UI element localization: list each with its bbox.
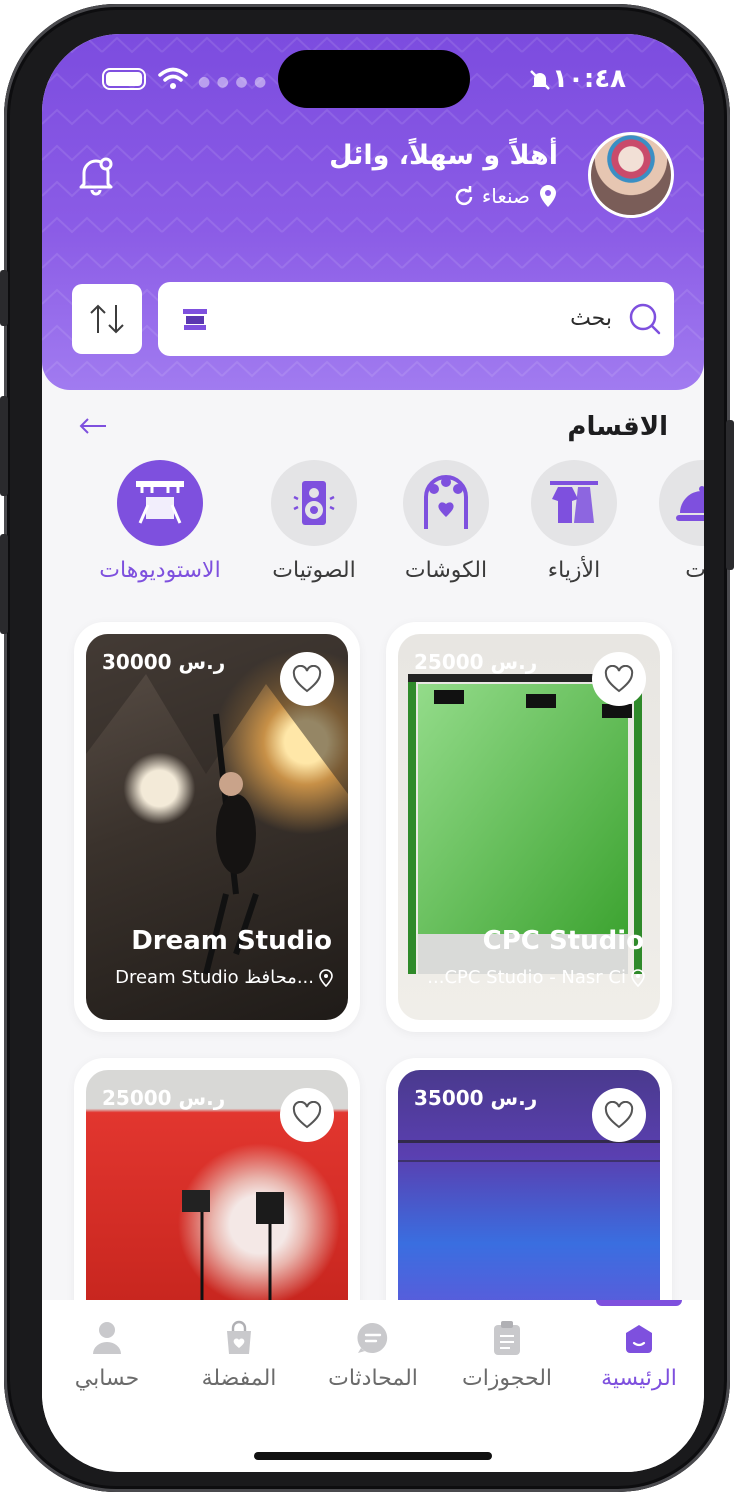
studio-card[interactable]: 30000 ر.س Dream Studio Dream Studio محاف… <box>74 622 360 1032</box>
favorite-button[interactable] <box>280 1088 334 1142</box>
food-dish-icon <box>676 486 704 521</box>
arrow-left-icon[interactable] <box>78 416 108 436</box>
sort-arrows-icon <box>90 304 124 334</box>
location-pin-icon <box>319 968 333 987</box>
category-label: الصوتيات <box>272 558 356 583</box>
category-circle <box>659 460 704 546</box>
active-tab-indicator <box>596 1300 682 1306</box>
favorite-button[interactable] <box>592 1088 646 1142</box>
status-time: ١٠:٤٨ <box>552 64 626 94</box>
nav-chats[interactable]: المحادثات <box>318 1318 428 1391</box>
category-studios[interactable]: الاستوديوهات <box>90 460 230 583</box>
clothes-rack-icon <box>550 481 598 523</box>
signal-icon: ● ● ● ● <box>198 74 268 90</box>
location-pin-icon <box>631 968 645 987</box>
studio-location: Dream Studio محافظ... <box>115 967 334 988</box>
studio-price: 35000 ر.س <box>414 1086 538 1110</box>
category-label: الأزياء <box>547 558 601 583</box>
refresh-icon[interactable] <box>454 186 474 206</box>
search-bar[interactable]: بحث <box>158 282 674 356</box>
favorite-button[interactable] <box>280 652 334 706</box>
home-indicator <box>254 1452 492 1460</box>
category-food[interactable]: بات <box>632 460 704 583</box>
bottom-navigation: الرئيسية الحجوزات المحادثات المفضلة حساب… <box>42 1300 704 1472</box>
category-circle <box>117 460 203 546</box>
silent-mode-icon <box>530 70 550 90</box>
studio-price: 25000 ر.س <box>414 650 538 674</box>
volume-down-button <box>0 534 8 634</box>
speaker-icon <box>293 481 335 525</box>
app-screen: ● ● ● ● ١٠:٤٨ أهلاً و سهلاً، وائل صنعاء <box>42 34 704 1472</box>
category-circle <box>403 460 489 546</box>
sort-button[interactable] <box>72 284 142 354</box>
location-selector[interactable]: صنعاء <box>454 184 558 208</box>
wifi-icon <box>158 67 188 89</box>
status-bar: ● ● ● ● ١٠:٤٨ <box>42 34 704 124</box>
studio-photo: 30000 ر.س Dream Studio Dream Studio محاف… <box>86 634 348 1020</box>
categories-list: الاستوديوهات الصوتيات الكوشات الأزياء ت <box>42 460 704 600</box>
search-input[interactable]: بحث <box>570 306 612 331</box>
heart-icon <box>604 665 634 693</box>
wedding-arch-icon <box>424 475 468 529</box>
mute-switch <box>0 270 8 326</box>
heart-icon <box>604 1101 634 1129</box>
greeting-text: أهلاً و سهلاً، وائل <box>329 140 558 171</box>
studio-filter-icon[interactable] <box>182 308 208 332</box>
nav-bookings[interactable]: الحجوزات <box>452 1318 562 1391</box>
location-pin-icon <box>540 185 556 207</box>
search-icon <box>629 303 661 335</box>
profile-icon <box>89 1318 125 1358</box>
studio-price: 30000 ر.س <box>102 650 226 674</box>
nav-label: الرئيسية <box>601 1366 677 1391</box>
header-banner: ● ● ● ● ١٠:٤٨ أهلاً و سهلاً، وائل صنعاء <box>42 34 704 390</box>
categories-title: الاقسام <box>567 412 668 442</box>
favorites-bag-icon <box>221 1318 257 1358</box>
power-button <box>726 420 734 570</box>
heart-icon <box>292 665 322 693</box>
studio-icon <box>136 481 184 524</box>
bookings-icon <box>489 1318 525 1358</box>
nav-favorites[interactable]: المفضلة <box>184 1318 294 1391</box>
studio-price: 25000 ر.س <box>102 1086 226 1110</box>
nav-profile[interactable]: حسابي <box>52 1318 162 1391</box>
category-circle <box>531 460 617 546</box>
category-circle <box>271 460 357 546</box>
phone-frame: ● ● ● ● ١٠:٤٨ أهلاً و سهلاً، وائل صنعاء <box>0 4 734 1492</box>
category-label: الاستوديوهات <box>99 558 221 583</box>
nav-label: المحادثات <box>328 1366 418 1391</box>
studio-photo: 25000 ر.س CPC Studio ...CPC Studio - Nas… <box>398 634 660 1020</box>
home-icon <box>621 1318 657 1358</box>
category-fashion[interactable]: الأزياء <box>504 460 644 583</box>
battery-icon <box>102 68 146 90</box>
studio-location-text: Dream Studio محافظ... <box>115 967 314 988</box>
category-label: بات <box>685 558 704 583</box>
volume-up-button <box>0 396 8 496</box>
dynamic-island <box>278 50 470 108</box>
user-avatar[interactable] <box>588 132 674 218</box>
studio-name: CPC Studio <box>482 926 644 956</box>
nav-label: المفضلة <box>201 1366 277 1391</box>
location-label: صنعاء <box>481 184 530 208</box>
notifications-bell-icon[interactable] <box>76 154 116 196</box>
studio-card[interactable]: 25000 ر.س CPC Studio ...CPC Studio - Nas… <box>386 622 672 1032</box>
chat-icon <box>355 1318 391 1358</box>
category-kosha[interactable]: الكوشات <box>376 460 516 583</box>
nav-home[interactable]: الرئيسية <box>584 1318 694 1391</box>
category-label: الكوشات <box>404 558 488 583</box>
nav-label: حسابي <box>74 1366 140 1391</box>
studio-location-text: ...CPC Studio - Nasr Ci <box>427 967 626 988</box>
studio-name: Dream Studio <box>131 926 332 956</box>
category-audio[interactable]: الصوتيات <box>244 460 384 583</box>
heart-icon <box>292 1101 322 1129</box>
favorite-button[interactable] <box>592 652 646 706</box>
nav-label: الحجوزات <box>461 1366 553 1391</box>
studio-location: ...CPC Studio - Nasr Ci <box>427 967 646 988</box>
